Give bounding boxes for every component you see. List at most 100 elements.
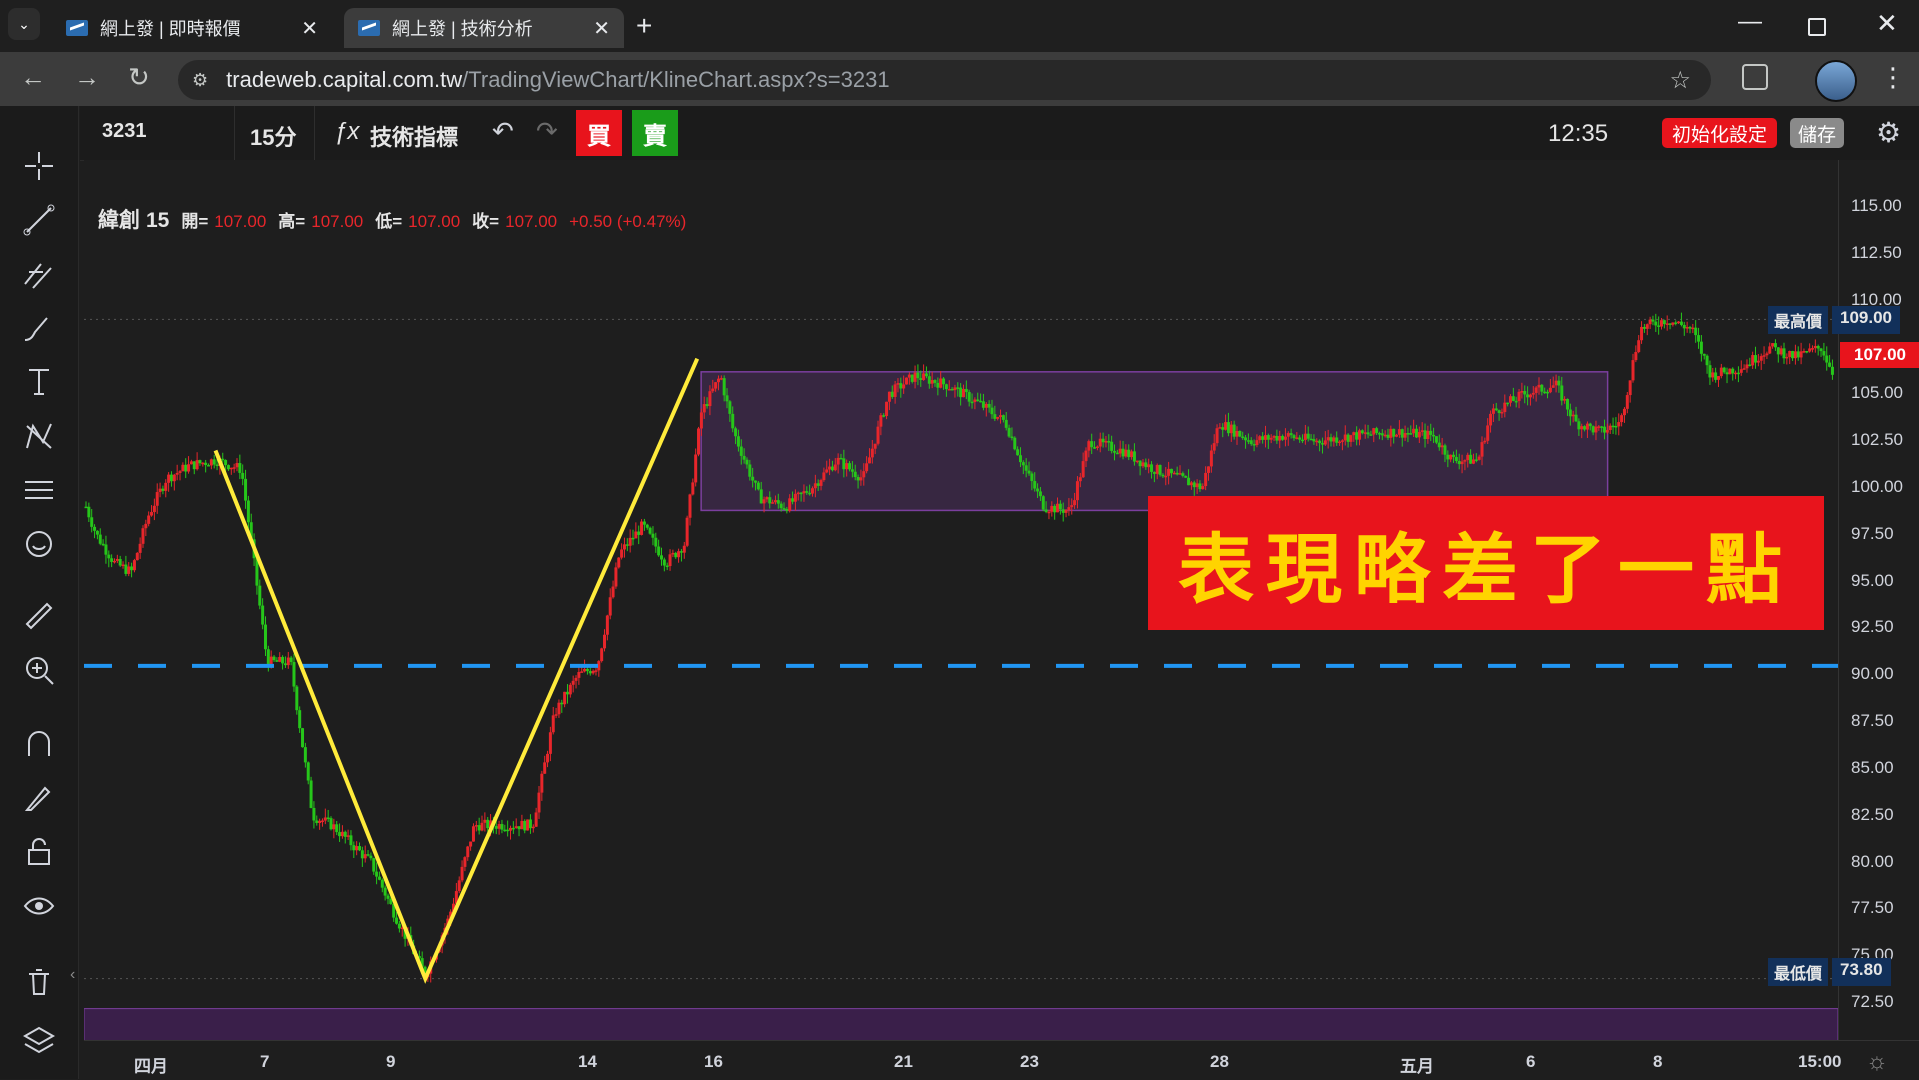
restore-icon[interactable]	[1808, 18, 1826, 36]
tab-technical-analysis[interactable]: 網上發 | 技術分析 ✕	[344, 8, 624, 48]
candle-body	[221, 458, 225, 461]
candle-body	[773, 500, 777, 503]
chart-pane[interactable]: 緯創 15 開= 107.00 高= 107.00 低= 107.00 收= 107.0…	[84, 160, 1838, 1040]
candle-body	[697, 428, 701, 455]
candle-body	[813, 483, 817, 489]
price-tick-label: 87.50	[1851, 711, 1894, 731]
forward-icon[interactable]: →	[74, 62, 100, 93]
reset-settings-button[interactable]: 初始化設定	[1662, 118, 1778, 148]
profile-avatar[interactable]	[1815, 60, 1857, 102]
candle-body	[714, 382, 718, 389]
candle-body	[591, 670, 595, 674]
sell-button[interactable]: 賣	[632, 110, 678, 156]
buy-button[interactable]: 買	[576, 110, 622, 156]
candle-body	[1366, 432, 1370, 435]
annotation-banner[interactable]: 表現略差了一點	[1148, 496, 1824, 630]
minimize-icon[interactable]: —	[1738, 8, 1762, 36]
candle-body	[175, 472, 179, 475]
low-price-value: 73.80	[1832, 958, 1891, 986]
crosshair-tool[interactable]	[14, 146, 64, 186]
candle-body	[1127, 449, 1131, 458]
candle-body	[1261, 436, 1265, 440]
candle-body	[181, 464, 185, 472]
trendline-tool[interactable]	[14, 200, 64, 240]
text-tool[interactable]	[14, 362, 64, 402]
candle-body	[890, 391, 894, 397]
candle-body	[842, 458, 846, 470]
prediction-tool[interactable]	[14, 470, 64, 510]
candle-body	[882, 415, 886, 417]
candle-body	[933, 380, 937, 383]
indicators-button[interactable]: 技術指標	[370, 120, 458, 152]
sun-settings-icon[interactable]: ☼	[1866, 1048, 1888, 1076]
candle-body	[1312, 439, 1316, 442]
candle-body	[922, 373, 926, 380]
candle-body	[509, 827, 513, 831]
redo-icon[interactable]: ↷	[536, 116, 558, 147]
icon-tool[interactable]	[14, 524, 64, 564]
candle-body	[981, 401, 985, 408]
close-window-icon[interactable]: ✕	[1876, 8, 1898, 39]
time-axis[interactable]	[84, 1040, 1919, 1080]
candle-body	[1779, 348, 1783, 355]
candle-body	[1788, 351, 1792, 357]
back-icon[interactable]: ←	[20, 62, 46, 93]
candle-body	[1694, 327, 1698, 336]
indicators-icon[interactable]: ƒx	[334, 118, 359, 146]
candle-body	[1628, 380, 1632, 396]
magnet-tool[interactable]	[14, 724, 64, 764]
candle-body	[1825, 355, 1829, 363]
candle-body	[1739, 369, 1743, 373]
new-tab-button[interactable]: +	[636, 10, 652, 42]
undo-icon[interactable]: ↶	[492, 116, 514, 147]
tab-search-button[interactable]: ⌄	[8, 8, 40, 40]
symbol-search[interactable]: 3231	[102, 120, 147, 143]
brush-tool[interactable]	[14, 308, 64, 348]
price-tick-label: 97.50	[1851, 523, 1894, 543]
draw-mode-tool[interactable]	[14, 778, 64, 818]
object-tree-tool[interactable]	[14, 1020, 64, 1060]
pattern-tool[interactable]	[14, 416, 64, 456]
close-tab-icon[interactable]: ✕	[301, 16, 318, 41]
candle-body	[654, 537, 658, 547]
candle-body	[383, 887, 387, 896]
settings-gear-icon[interactable]: ⚙	[1876, 116, 1901, 149]
delete-tool[interactable]	[14, 962, 64, 1002]
collapse-toolbar-icon[interactable]: ‹	[70, 966, 75, 984]
candle-body	[1665, 323, 1669, 325]
close-tab-icon[interactable]: ✕	[593, 16, 610, 41]
candle-body	[1340, 440, 1344, 442]
url-field[interactable]: ⚙ tradeweb.capital.com.tw /TradingViewCh…	[178, 60, 1711, 100]
lock-tool[interactable]	[14, 832, 64, 872]
candle-body	[1580, 426, 1584, 430]
candle-body	[1038, 491, 1042, 497]
candle-body	[853, 471, 857, 478]
candle-body	[1540, 384, 1544, 392]
time-tick-label: 23	[1020, 1052, 1039, 1071]
site-info-icon[interactable]: ⚙	[192, 70, 208, 91]
bookmark-star-icon[interactable]: ☆	[1669, 66, 1691, 95]
reload-icon[interactable]: ↻	[128, 62, 150, 93]
tab-realtime-quote[interactable]: 網上發 | 即時報價 ✕	[52, 8, 332, 48]
candle-body	[1283, 436, 1287, 440]
candle-body	[161, 488, 165, 491]
price-tick-label: 105.00	[1851, 383, 1903, 403]
candle-body	[1759, 356, 1763, 361]
candle-body	[355, 846, 359, 851]
interval-selector[interactable]: 15分	[250, 120, 296, 152]
candle-body	[360, 850, 364, 859]
save-button[interactable]: 儲存	[1790, 118, 1845, 148]
candle-body	[1734, 372, 1738, 375]
measure-tool[interactable]	[14, 596, 64, 636]
candle-body	[1685, 327, 1689, 329]
browser-menu-icon[interactable]: ⋮	[1880, 62, 1906, 93]
candle-body	[1241, 436, 1245, 439]
zoom-tool[interactable]	[14, 650, 64, 690]
pitchfork-tool[interactable]	[14, 254, 64, 294]
last-price-label: 107.00	[1840, 342, 1919, 368]
extensions-icon[interactable]	[1742, 64, 1768, 90]
candle-body	[603, 634, 607, 649]
candle-body	[1819, 348, 1823, 352]
visibility-tool[interactable]	[14, 886, 64, 926]
candle-body	[209, 459, 213, 466]
